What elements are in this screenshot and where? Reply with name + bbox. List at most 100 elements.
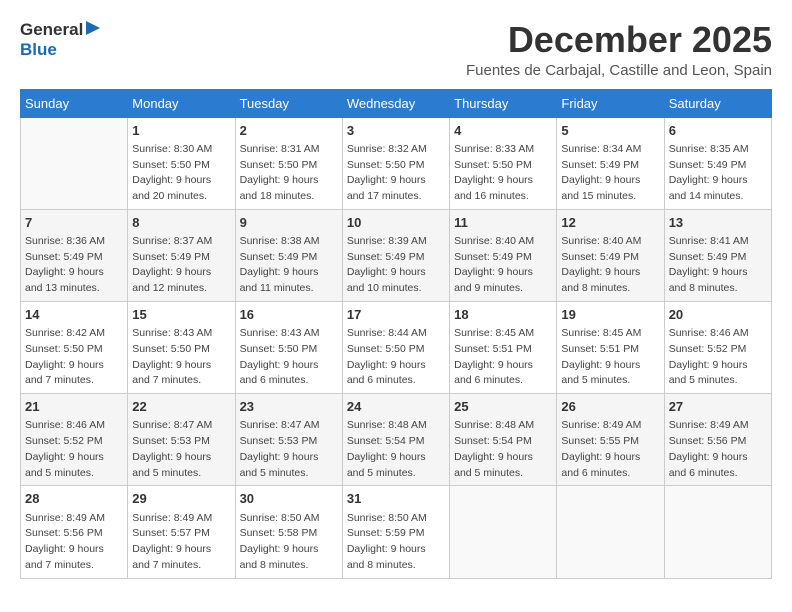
day-info: Sunrise: 8:48 AM Sunset: 5:54 PM Dayligh… [454, 418, 552, 481]
logo-blue: Blue [20, 40, 57, 59]
col-header-tuesday: Tuesday [235, 89, 342, 117]
calendar-cell: 17 Sunrise: 8:44 AM Sunset: 5:50 PM Dayli… [342, 301, 449, 393]
calendar-cell: 12 Sunrise: 8:40 AM Sunset: 5:49 PM Dayli… [557, 209, 664, 301]
day-info: Sunrise: 8:41 AM Sunset: 5:49 PM Dayligh… [669, 234, 767, 297]
day-info: Sunrise: 8:33 AM Sunset: 5:50 PM Dayligh… [454, 142, 552, 205]
day-number: 31 [347, 490, 445, 508]
day-number: 3 [347, 122, 445, 140]
day-number: 8 [132, 214, 230, 232]
location-title: Fuentes de Carbajal, Castille and Leon, … [466, 62, 772, 79]
day-number: 10 [347, 214, 445, 232]
day-info: Sunrise: 8:46 AM Sunset: 5:52 PM Dayligh… [25, 418, 123, 481]
calendar-cell: 4 Sunrise: 8:33 AM Sunset: 5:50 PM Daylig… [450, 117, 557, 209]
calendar-cell: 28 Sunrise: 8:49 AM Sunset: 5:56 PM Dayli… [21, 486, 128, 578]
calendar-cell: 11Sunrise: 8:40 AM Sunset: 5:49 PM Dayli… [450, 209, 557, 301]
calendar-table: SundayMondayTuesdayWednesdayThursdayFrid… [20, 89, 772, 579]
day-info: Sunrise: 8:36 AM Sunset: 5:49 PM Dayligh… [25, 234, 123, 297]
day-number: 6 [669, 122, 767, 140]
day-info: Sunrise: 8:49 AM Sunset: 5:56 PM Dayligh… [669, 418, 767, 481]
calendar-cell: 14Sunrise: 8:42 AM Sunset: 5:50 PM Dayli… [21, 301, 128, 393]
calendar-cell: 8 Sunrise: 8:37 AM Sunset: 5:49 PM Daylig… [128, 209, 235, 301]
col-header-friday: Friday [557, 89, 664, 117]
day-number: 4 [454, 122, 552, 140]
day-number: 22 [132, 398, 230, 416]
day-number: 20 [669, 306, 767, 324]
calendar-cell: 15Sunrise: 8:43 AM Sunset: 5:50 PM Dayli… [128, 301, 235, 393]
calendar-header-row: SundayMondayTuesdayWednesdayThursdayFrid… [21, 89, 772, 117]
calendar-cell: 31 Sunrise: 8:50 AM Sunset: 5:59 PM Dayli… [342, 486, 449, 578]
calendar-week-row: 28 Sunrise: 8:49 AM Sunset: 5:56 PM Dayli… [21, 486, 772, 578]
calendar-cell: 16Sunrise: 8:43 AM Sunset: 5:50 PM Dayli… [235, 301, 342, 393]
calendar-cell [664, 486, 771, 578]
day-info: Sunrise: 8:49 AM Sunset: 5:56 PM Dayligh… [25, 511, 123, 574]
title-section: December 2025 Fuentes de Carbajal, Casti… [466, 20, 772, 79]
day-number: 29 [132, 490, 230, 508]
day-info: Sunrise: 8:40 AM Sunset: 5:49 PM Dayligh… [454, 234, 552, 297]
calendar-cell: 24 Sunrise: 8:48 AM Sunset: 5:54 PM Dayli… [342, 394, 449, 486]
calendar-cell: 13 Sunrise: 8:41 AM Sunset: 5:49 PM Dayli… [664, 209, 771, 301]
calendar-cell: 20 Sunrise: 8:46 AM Sunset: 5:52 PM Dayli… [664, 301, 771, 393]
day-number: 12 [561, 214, 659, 232]
calendar-cell [21, 117, 128, 209]
col-header-thursday: Thursday [450, 89, 557, 117]
day-info: Sunrise: 8:40 AM Sunset: 5:49 PM Dayligh… [561, 234, 659, 297]
day-number: 7 [25, 214, 123, 232]
day-number: 15 [132, 306, 230, 324]
day-info: Sunrise: 8:47 AM Sunset: 5:53 PM Dayligh… [240, 418, 338, 481]
day-info: Sunrise: 8:30 AM Sunset: 5:50 PM Dayligh… [132, 142, 230, 205]
day-info: Sunrise: 8:46 AM Sunset: 5:52 PM Dayligh… [669, 326, 767, 389]
calendar-week-row: 1 Sunrise: 8:30 AM Sunset: 5:50 PM Daylig… [21, 117, 772, 209]
calendar-cell: 6 Sunrise: 8:35 AM Sunset: 5:49 PM Daylig… [664, 117, 771, 209]
calendar-cell: 25Sunrise: 8:48 AM Sunset: 5:54 PM Dayli… [450, 394, 557, 486]
day-number: 18 [454, 306, 552, 324]
col-header-saturday: Saturday [664, 89, 771, 117]
col-header-monday: Monday [128, 89, 235, 117]
col-header-sunday: Sunday [21, 89, 128, 117]
day-info: Sunrise: 8:39 AM Sunset: 5:49 PM Dayligh… [347, 234, 445, 297]
day-number: 13 [669, 214, 767, 232]
day-info: Sunrise: 8:32 AM Sunset: 5:50 PM Dayligh… [347, 142, 445, 205]
logo: General Blue [20, 20, 100, 60]
day-info: Sunrise: 8:49 AM Sunset: 5:57 PM Dayligh… [132, 511, 230, 574]
day-info: Sunrise: 8:37 AM Sunset: 5:49 PM Dayligh… [132, 234, 230, 297]
calendar-cell: 29 Sunrise: 8:49 AM Sunset: 5:57 PM Dayli… [128, 486, 235, 578]
calendar-cell: 18Sunrise: 8:45 AM Sunset: 5:51 PM Dayli… [450, 301, 557, 393]
day-info: Sunrise: 8:50 AM Sunset: 5:59 PM Dayligh… [347, 511, 445, 574]
calendar-cell: 22 Sunrise: 8:47 AM Sunset: 5:53 PM Dayli… [128, 394, 235, 486]
month-title: December 2025 [466, 20, 772, 60]
logo-general: General [20, 20, 83, 40]
day-info: Sunrise: 8:38 AM Sunset: 5:49 PM Dayligh… [240, 234, 338, 297]
calendar-cell [450, 486, 557, 578]
day-info: Sunrise: 8:44 AM Sunset: 5:50 PM Dayligh… [347, 326, 445, 389]
day-info: Sunrise: 8:49 AM Sunset: 5:55 PM Dayligh… [561, 418, 659, 481]
day-info: Sunrise: 8:45 AM Sunset: 5:51 PM Dayligh… [561, 326, 659, 389]
calendar-week-row: 7 Sunrise: 8:36 AM Sunset: 5:49 PM Daylig… [21, 209, 772, 301]
day-info: Sunrise: 8:50 AM Sunset: 5:58 PM Dayligh… [240, 511, 338, 574]
calendar-cell: 19Sunrise: 8:45 AM Sunset: 5:51 PM Dayli… [557, 301, 664, 393]
day-number: 5 [561, 122, 659, 140]
calendar-cell: 2Sunrise: 8:31 AM Sunset: 5:50 PM Daylig… [235, 117, 342, 209]
day-number: 17 [347, 306, 445, 324]
calendar-cell: 23Sunrise: 8:47 AM Sunset: 5:53 PM Dayli… [235, 394, 342, 486]
calendar-cell: 27 Sunrise: 8:49 AM Sunset: 5:56 PM Dayli… [664, 394, 771, 486]
day-info: Sunrise: 8:34 AM Sunset: 5:49 PM Dayligh… [561, 142, 659, 205]
day-number: 26 [561, 398, 659, 416]
calendar-cell: 3 Sunrise: 8:32 AM Sunset: 5:50 PM Daylig… [342, 117, 449, 209]
day-number: 14 [25, 306, 123, 324]
calendar-cell: 5 Sunrise: 8:34 AM Sunset: 5:49 PM Daylig… [557, 117, 664, 209]
day-number: 24 [347, 398, 445, 416]
day-number: 16 [240, 306, 338, 324]
day-info: Sunrise: 8:47 AM Sunset: 5:53 PM Dayligh… [132, 418, 230, 481]
day-info: Sunrise: 8:48 AM Sunset: 5:54 PM Dayligh… [347, 418, 445, 481]
day-info: Sunrise: 8:35 AM Sunset: 5:49 PM Dayligh… [669, 142, 767, 205]
calendar-cell: 30Sunrise: 8:50 AM Sunset: 5:58 PM Dayli… [235, 486, 342, 578]
day-number: 27 [669, 398, 767, 416]
calendar-cell: 1 Sunrise: 8:30 AM Sunset: 5:50 PM Daylig… [128, 117, 235, 209]
page-header: General Blue December 2025 Fuentes de Ca… [20, 20, 772, 79]
calendar-cell: 10 Sunrise: 8:39 AM Sunset: 5:49 PM Dayli… [342, 209, 449, 301]
day-number: 2 [240, 122, 338, 140]
day-number: 1 [132, 122, 230, 140]
logo-icon [86, 21, 100, 35]
day-number: 28 [25, 490, 123, 508]
calendar-cell: 9Sunrise: 8:38 AM Sunset: 5:49 PM Daylig… [235, 209, 342, 301]
